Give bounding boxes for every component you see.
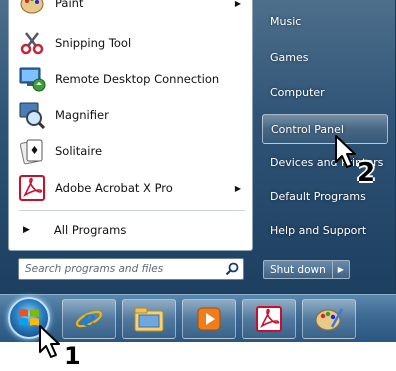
solitaire-icon [17, 136, 47, 166]
search-input[interactable] [19, 259, 221, 279]
right-item-games[interactable]: Games [262, 42, 388, 72]
taskbar-paint[interactable] [302, 299, 356, 339]
submenu-arrow-icon: ▶ [234, 183, 241, 193]
media-player-icon [197, 307, 221, 331]
acrobat-icon [17, 173, 47, 203]
mouse-cursor-icon [39, 325, 60, 358]
taskbar-file-explorer[interactable] [122, 299, 176, 339]
submenu-arrow-icon: ▶ [23, 225, 30, 235]
shutdown-options-arrow-icon[interactable]: ▶ [332, 260, 350, 279]
step-number-2: 2 [357, 158, 376, 188]
program-label: Magnifier [55, 108, 109, 122]
step-number-1: 1 [64, 342, 81, 370]
file-explorer-icon [134, 307, 164, 332]
taskbar-internet-explorer[interactable]: e [62, 299, 116, 339]
shutdown-button[interactable]: Shut down [263, 260, 333, 279]
right-item-label: Computer [270, 85, 325, 99]
all-programs-button[interactable]: ▶ All Programs [13, 218, 249, 242]
paint-icon [17, 0, 47, 18]
program-item-paint[interactable]: Paint ▶ [13, 0, 249, 20]
search-box [18, 258, 244, 280]
right-item-label: Music [270, 14, 302, 28]
right-item-label: Control Panel [271, 122, 344, 136]
program-item-magnifier[interactable]: Magnifier [13, 98, 249, 132]
program-item-solitaire[interactable]: Solitaire [13, 134, 249, 168]
remote-desktop-icon [17, 64, 47, 94]
search-icon[interactable] [221, 259, 243, 279]
programs-pane: Paint ▶ Snipping Tool Remote Desktop Con… [8, 0, 253, 251]
magnifier-icon [17, 100, 47, 130]
acrobat-icon [256, 306, 282, 332]
divider [19, 210, 245, 211]
program-label: Solitaire [55, 144, 103, 158]
taskbar-media-player[interactable] [182, 299, 236, 339]
taskbar-acrobat[interactable] [242, 299, 296, 339]
submenu-arrow-icon: ▶ [234, 0, 241, 8]
program-label: Paint [55, 0, 84, 10]
right-item-help-and-support[interactable]: Help and Support [262, 215, 388, 245]
mouse-cursor-icon [335, 135, 356, 168]
program-label: Adobe Acrobat X Pro [55, 181, 173, 195]
right-item-control-panel[interactable]: Control Panel [262, 114, 388, 144]
program-item-remote-desktop[interactable]: Remote Desktop Connection [13, 62, 249, 96]
right-item-label: Games [270, 50, 309, 64]
paint-icon [315, 308, 344, 331]
svg-text:e: e [82, 306, 96, 332]
program-item-snipping-tool[interactable]: Snipping Tool [13, 26, 249, 60]
right-item-label: Help and Support [270, 223, 367, 237]
program-item-acrobat[interactable]: Adobe Acrobat X Pro ▶ [13, 171, 249, 205]
right-item-computer[interactable]: Computer [262, 77, 388, 107]
program-label: Remote Desktop Connection [55, 72, 220, 86]
scissors-icon [17, 28, 47, 58]
internet-explorer-icon: e [75, 306, 103, 332]
right-item-music[interactable]: Music [262, 6, 388, 36]
right-item-label: Default Programs [270, 189, 366, 203]
all-programs-label: All Programs [53, 223, 127, 237]
shutdown-group: Shut down ▶ [263, 260, 350, 279]
program-label: Snipping Tool [55, 36, 132, 50]
